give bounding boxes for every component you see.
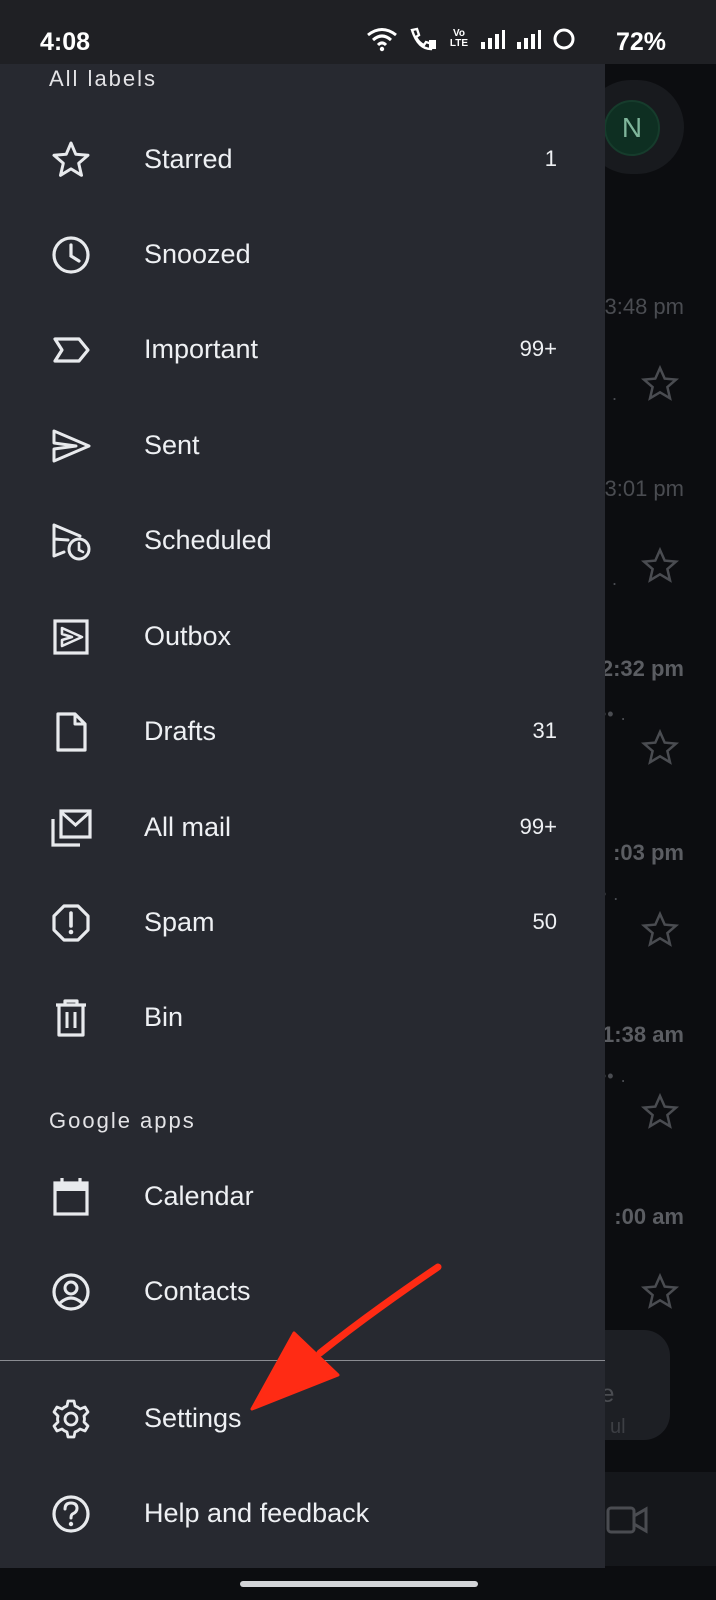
- drawer-item-count: 99+: [519, 336, 557, 361]
- status-bar: 4:08 Vo LTE 72%: [0, 0, 716, 64]
- drawer-item-label: Spam: [144, 907, 215, 937]
- contacts-icon: [50, 1271, 92, 1313]
- drawer-item-scheduled[interactable]: Scheduled: [0, 494, 605, 586]
- email-time: 1:38 am: [602, 1022, 684, 1047]
- drawer-item-count: 50: [532, 909, 557, 934]
- email-time: 2:32 pm: [600, 656, 684, 681]
- volte-indicator: Vo LTE: [449, 28, 469, 49]
- spam-icon: [50, 902, 92, 944]
- battery-percent: 72%: [615, 28, 666, 56]
- drawer-item-label: Drafts: [144, 716, 217, 746]
- drawer-item-count: 1: [544, 146, 557, 171]
- drawer-item-drafts[interactable]: Drafts 31: [0, 685, 605, 777]
- drawer-item-label: Sent: [144, 430, 200, 460]
- drawer-item-label: Help and feedback: [144, 1498, 370, 1528]
- trash-icon: [50, 997, 92, 1039]
- help-icon: [50, 1493, 92, 1535]
- scheduled-send-icon: [50, 520, 92, 562]
- all-labels-header: All labels: [49, 66, 158, 91]
- clock-icon: [50, 234, 92, 276]
- drawer-item-bin[interactable]: Bin: [0, 971, 605, 1063]
- drawer-item-label: Settings: [144, 1403, 242, 1433]
- drawer-item-label: Scheduled: [144, 525, 272, 555]
- gear-icon: [50, 1398, 92, 1440]
- email-time: :00 am: [614, 1204, 684, 1229]
- google-apps-header: Google apps: [49, 1108, 196, 1133]
- drawer-item-count: 99+: [519, 814, 557, 839]
- star-icon: [640, 910, 680, 947]
- wifi-calling-icon: [410, 27, 436, 51]
- drawer-item-important[interactable]: Important 99+: [0, 303, 605, 395]
- email-time: :03 pm: [613, 840, 684, 865]
- drawer-item-sent[interactable]: Sent: [0, 399, 605, 491]
- drawer-item-snoozed[interactable]: Snoozed: [0, 208, 605, 300]
- star-icon: [640, 364, 680, 401]
- drawer-item-spam[interactable]: Spam 50: [0, 876, 605, 968]
- battery-ring-icon: [553, 28, 575, 50]
- star-icon: [50, 139, 92, 181]
- drawer-item-label: Snoozed: [144, 239, 251, 269]
- email-time: 3:01 pm: [604, 476, 685, 501]
- drawer-item-outbox[interactable]: Outbox: [0, 590, 605, 682]
- email-time: 3:48 pm: [604, 294, 685, 319]
- drawer-item-calendar[interactable]: Calendar: [0, 1150, 605, 1242]
- compose-sub-fragment: ul: [610, 1416, 626, 1438]
- wifi-icon: [367, 28, 397, 52]
- outbox-icon: [50, 616, 92, 658]
- drawer-item-starred[interactable]: Starred 1: [0, 113, 605, 205]
- important-icon: [50, 329, 92, 371]
- signal-strength-icon-2: [517, 30, 541, 49]
- calendar-icon: [50, 1176, 92, 1218]
- status-time: 4:08: [40, 28, 91, 56]
- gesture-navigation-bar[interactable]: [240, 1581, 478, 1587]
- drawer-item-label: Starred: [144, 144, 233, 174]
- star-icon: [640, 546, 680, 583]
- drawer-item-count: 31: [532, 718, 557, 743]
- star-icon: [640, 1272, 680, 1309]
- drawer-item-label: All mail: [144, 812, 232, 842]
- drawer-item-label: Important: [144, 334, 259, 364]
- annotation-arrow: [250, 1263, 442, 1411]
- send-icon: [50, 425, 92, 467]
- drawer-item-label: Calendar: [144, 1181, 254, 1211]
- draft-icon: [50, 711, 92, 753]
- drawer-item-label: Outbox: [144, 621, 232, 651]
- star-icon: [640, 1092, 680, 1129]
- drawer-item-help-and-feedback[interactable]: Help and feedback: [0, 1467, 605, 1559]
- drawer-item-all-mail[interactable]: All mail 99+: [0, 781, 605, 873]
- all-mail-icon: [50, 807, 92, 849]
- star-icon: [640, 728, 680, 765]
- status-icons: Vo LTE: [366, 26, 652, 52]
- signal-strength-icon: [481, 30, 505, 49]
- avatar: N: [604, 100, 660, 156]
- drawer-item-label: Contacts: [144, 1276, 251, 1306]
- video-icon: [606, 1506, 648, 1534]
- drawer-item-label: Bin: [144, 1002, 184, 1032]
